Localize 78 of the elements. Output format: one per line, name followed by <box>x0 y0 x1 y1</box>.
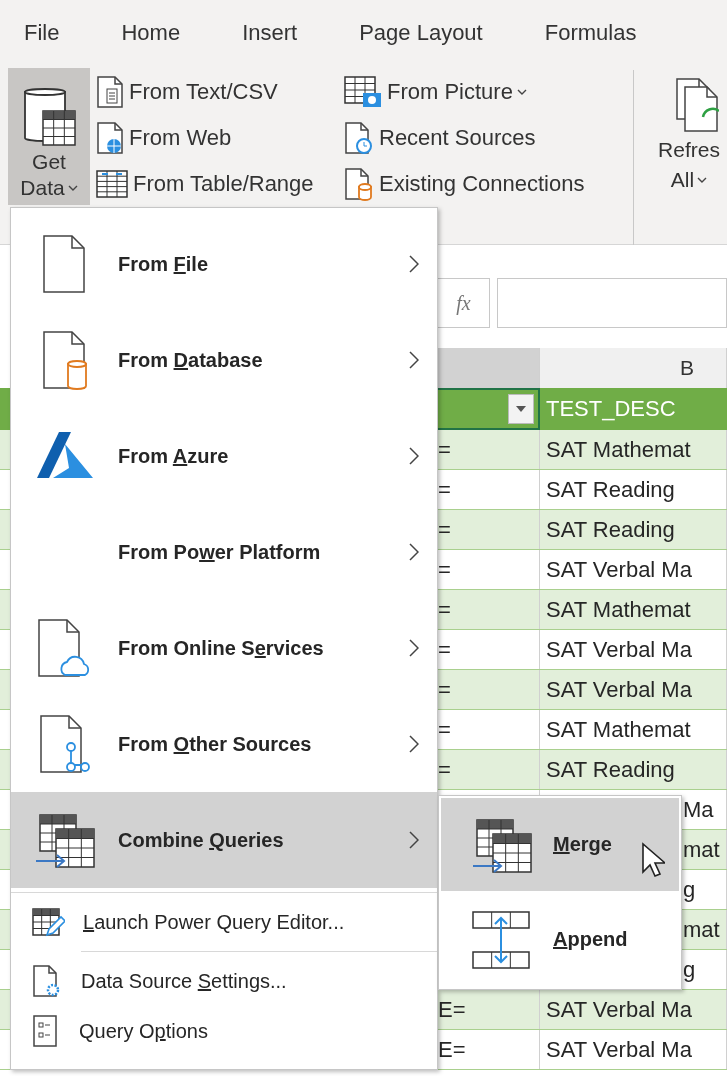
menu-item[interactable]: From Other Sources <box>11 696 437 792</box>
table-cell: = <box>438 516 451 543</box>
cursor-icon <box>641 842 665 878</box>
database-table-icon <box>21 85 77 149</box>
menu-item[interactable]: Query Options <box>11 1006 437 1056</box>
table-cell: = <box>438 716 451 743</box>
insert-function-button[interactable]: fx <box>437 278 490 328</box>
chevron-icon <box>409 255 419 273</box>
header-cell-text: TEST_DESC <box>545 395 677 423</box>
table-cell: = <box>438 436 451 463</box>
table-cell: SAT Reading <box>546 756 675 783</box>
table-camera-icon <box>343 75 383 109</box>
menu-item[interactable]: Combine Queries <box>11 792 437 888</box>
ribbon-button[interactable]: Recent Sources <box>343 115 633 161</box>
menu-item[interactable]: Append <box>441 893 679 986</box>
table-cell: SAT Verbal Ma <box>546 1036 692 1063</box>
menu-item[interactable]: Data Source Settings... <box>11 956 437 1006</box>
table-cell: = <box>438 756 451 783</box>
table-cell: SAT Mathemat <box>546 596 691 623</box>
ribbon-tab[interactable]: Insert <box>242 19 298 46</box>
table-cell: SAT Verbal Ma <box>546 556 692 583</box>
ribbon-button[interactable]: From Picture <box>343 69 633 115</box>
menu-item[interactable]: From Power Platform <box>11 504 437 600</box>
table-cell: SAT Verbal Ma <box>546 636 692 663</box>
column-header[interactable]: B <box>540 348 727 388</box>
formula-field[interactable] <box>497 278 727 328</box>
ribbon-tab[interactable]: File <box>24 19 60 46</box>
menu-item[interactable]: Launch Power Query Editor... <box>11 897 437 947</box>
table-cell: = <box>438 476 451 503</box>
document-lines-icon <box>95 75 125 109</box>
table-cell: = <box>438 676 451 703</box>
ribbon-tab[interactable]: Formulas <box>544 19 637 46</box>
chevron-icon <box>409 735 419 753</box>
document-database-icon <box>343 167 375 201</box>
chevron-icon <box>409 447 419 465</box>
table-cell: SAT Mathemat <box>546 436 691 463</box>
table-cell: SAT Reading <box>546 476 675 503</box>
menu-item[interactable]: Merge <box>441 798 679 891</box>
caret-icon <box>67 185 78 191</box>
menu-item[interactable]: From Azure <box>11 408 437 504</box>
chevron-icon <box>409 639 419 657</box>
table-cell: mat <box>683 916 720 943</box>
table-pencil-icon <box>31 907 65 937</box>
caret-icon <box>516 89 527 95</box>
chevron-icon <box>409 351 419 369</box>
filter-button[interactable] <box>508 394 534 424</box>
get-data-button[interactable]: Get Data <box>8 68 90 205</box>
table-cell: SAT Verbal Ma <box>546 996 692 1023</box>
table-cell: SAT Verbal Ma <box>546 676 692 703</box>
ribbon-button[interactable]: From Table/Range <box>95 161 343 207</box>
table-cell: Ma <box>683 796 714 823</box>
ribbon-button[interactable]: From Text/CSV <box>95 69 343 115</box>
chevron-icon <box>409 543 419 561</box>
table-cell: g <box>683 956 696 983</box>
table-cell: SAT Mathemat <box>546 716 691 743</box>
table-cell: = <box>438 556 451 583</box>
menu-item[interactable]: From Online Services <box>11 600 437 696</box>
table-cell: E= <box>438 1036 466 1063</box>
caret-icon <box>697 177 708 183</box>
table-cell: SAT Reading <box>546 516 675 543</box>
chevron-icon <box>409 831 419 849</box>
table-cell: = <box>438 636 451 663</box>
dropdown-arrow-icon <box>516 406 526 412</box>
ribbon-tab[interactable]: Home <box>121 19 181 46</box>
document-clock-icon <box>343 121 375 155</box>
ribbon-button[interactable]: Existing Connections <box>343 161 633 207</box>
table-cell: = <box>438 596 451 623</box>
ribbon-tab[interactable]: Page Layout <box>359 19 483 46</box>
stacked-tables-icon <box>471 909 533 970</box>
ribbon-button[interactable]: From Web <box>95 115 343 161</box>
table-cell: g <box>683 876 696 903</box>
table-cell: mat <box>683 836 720 863</box>
table-icon <box>95 169 129 199</box>
document-globe-icon <box>95 121 125 155</box>
refresh-all-button[interactable]: Refres All <box>653 77 725 195</box>
table-cell: E= <box>438 996 466 1023</box>
menu-item[interactable]: From Database <box>11 312 437 408</box>
menu-item[interactable]: From File <box>11 216 437 312</box>
